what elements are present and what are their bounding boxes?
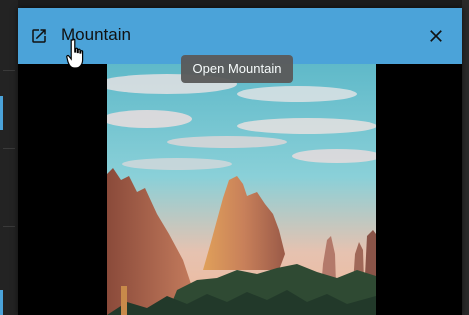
open-in-new-icon[interactable] — [30, 27, 48, 45]
sidebar-active-indicator — [0, 290, 3, 315]
sidebar-divider — [3, 148, 15, 149]
open-tooltip: Open Mountain — [181, 55, 293, 83]
sidebar-active-indicator — [0, 96, 3, 130]
sidebar-divider — [3, 70, 15, 71]
background-sidebar — [0, 0, 18, 315]
mountain-photo — [107, 64, 376, 315]
sidebar-divider — [3, 226, 15, 227]
background-scrollbar — [462, 0, 469, 315]
hand-pointer-cursor-icon — [66, 38, 84, 69]
close-icon[interactable] — [426, 26, 446, 46]
